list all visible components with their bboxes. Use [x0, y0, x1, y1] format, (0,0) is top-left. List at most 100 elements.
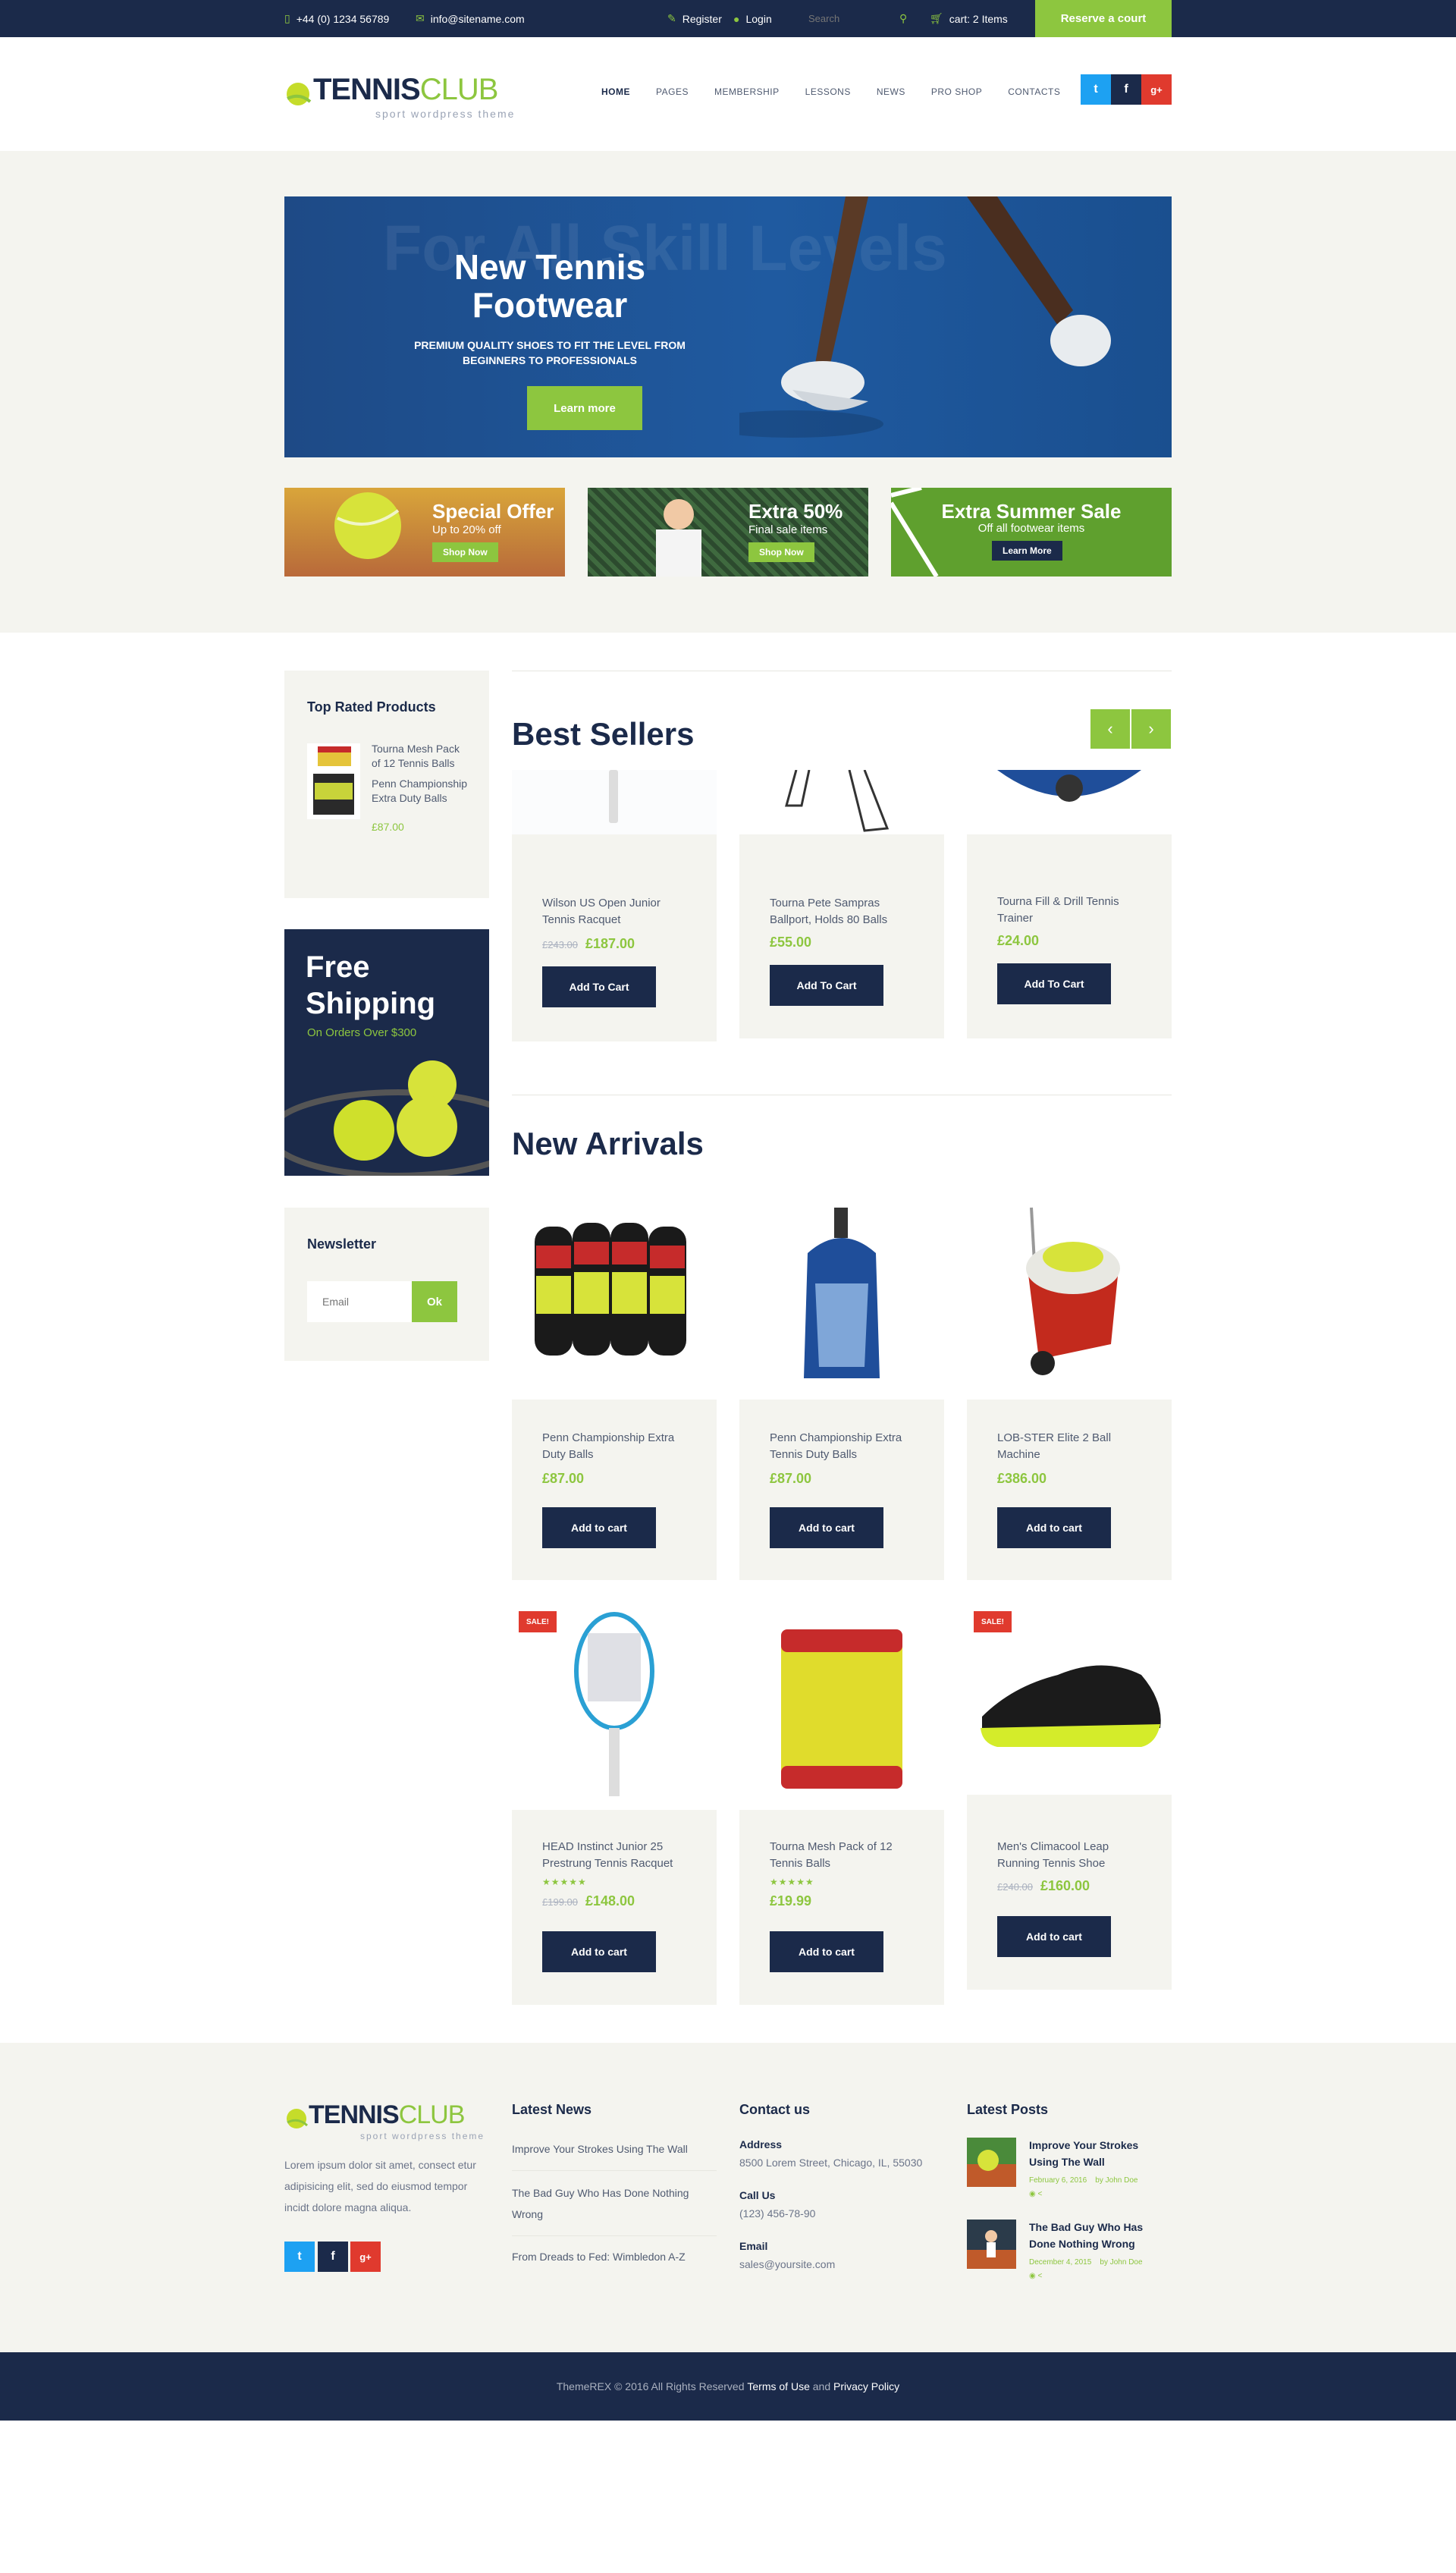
google-plus-icon[interactable]: g+ — [350, 2242, 381, 2272]
search-button[interactable]: ⚲ — [899, 0, 907, 37]
add-to-cart-button[interactable]: Add to cart — [542, 1507, 656, 1548]
hero-banner: For All Skill Levels New Tennis Footwear… — [284, 196, 1172, 457]
product-name[interactable]: Wilson US Open Junior Tennis Racquet — [542, 895, 694, 928]
and-text: and — [812, 2380, 831, 2392]
nav-pro-shop[interactable]: PRO SHOP — [931, 86, 982, 97]
news-link[interactable]: Improve Your Strokes Using The Wall — [512, 2138, 717, 2160]
user-icon: ● — [733, 12, 740, 25]
product-card: Tourna Mesh Pack of 12 Tennis Balls ★★★★… — [739, 1810, 944, 2005]
rating-stars: ★★★★★ — [542, 1877, 587, 1887]
facebook-icon[interactable]: f — [318, 2242, 348, 2272]
login-link[interactable]: ● Login — [733, 0, 772, 37]
product-price: £24.00 — [997, 933, 1040, 948]
twitter-icon[interactable]: t — [284, 2242, 315, 2272]
add-to-cart-button[interactable]: Add to cart — [770, 1507, 883, 1548]
newsletter-ok-button[interactable]: Ok — [412, 1281, 457, 1322]
top-bar: ▯ +44 (0) 1234 56789 ✉ info@sitename.com… — [0, 0, 1456, 37]
current-price: £148.00 — [585, 1893, 635, 1909]
product-name[interactable]: Penn Championship Extra Duty Balls — [542, 1430, 694, 1463]
copyright-text: ThemeREX © 2016 All Rights Reserved — [556, 2380, 745, 2392]
cart-label[interactable]: cart: 2 Items — [949, 13, 1008, 25]
newsletter-email-input[interactable] — [307, 1281, 412, 1322]
google-plus-icon[interactable]: g+ — [1141, 74, 1172, 105]
top-rated-thumbnails — [307, 743, 360, 819]
post-author[interactable]: by John Doe — [1095, 2176, 1138, 2185]
nav-home[interactable]: HOME — [601, 86, 630, 97]
tourna-balls-product-image[interactable] — [739, 1603, 944, 1810]
product-price: £87.00 — [542, 1471, 585, 1486]
product-name[interactable]: Tourna Mesh Pack of 12 Tennis Balls — [770, 1839, 921, 1872]
hero-learn-more-button[interactable]: Learn more — [527, 386, 642, 430]
logo-main: TENNIS — [309, 2100, 400, 2129]
promo-extra-50[interactable]: Extra 50% Final sale items Shop Now — [588, 488, 868, 576]
product-card: Tourna Pete Sampras Ballport, Holds 80 B… — [739, 834, 944, 1038]
cart-link[interactable]: 🛒︎ cart: 2 Items — [930, 0, 1008, 37]
copyright-bar: ThemeREX © 2016 All Rights Reserved Term… — [0, 2352, 1456, 2421]
ball-machine-product-image[interactable] — [967, 1192, 1172, 1400]
pencil-icon: ✎ — [667, 12, 676, 24]
trainer-product-image[interactable] — [967, 770, 1172, 834]
product-card: Penn Championship Extra Duty Balls £87.0… — [512, 1400, 717, 1580]
racquet-product-image[interactable] — [512, 770, 717, 834]
top-rated-item-2[interactable]: Penn Championship Extra Duty Balls — [372, 777, 470, 806]
carousel-prev-button[interactable]: ‹ — [1090, 709, 1130, 749]
add-to-cart-button[interactable]: Add To Cart — [542, 966, 656, 1007]
facebook-icon[interactable]: f — [1111, 74, 1141, 105]
reserve-court-button[interactable]: Reserve a court — [1035, 0, 1172, 37]
head-racquet-product-image[interactable] — [512, 1603, 717, 1810]
nav-news[interactable]: NEWS — [877, 86, 905, 97]
nav-lessons[interactable]: LESSONS — [805, 86, 851, 97]
hero-subtitle-line2: BEGINNERS TO PROFESSIONALS — [463, 354, 637, 366]
register-label[interactable]: Register — [682, 13, 722, 25]
nav-pages[interactable]: PAGES — [656, 86, 689, 97]
post-title[interactable]: The Bad Guy Who Has Done Nothing Wrong — [1029, 2219, 1166, 2252]
top-rated-item-1[interactable]: Tourna Mesh Pack of 12 Tennis Balls — [372, 742, 470, 771]
news-link[interactable]: From Dreads to Fed: Wimbledon A-Z — [512, 2246, 717, 2267]
post-author[interactable]: by John Doe — [1100, 2258, 1142, 2267]
twitter-icon[interactable]: t — [1081, 74, 1111, 105]
product-name[interactable]: HEAD Instinct Junior 25 Prestrung Tennis… — [542, 1839, 694, 1872]
news-link[interactable]: The Bad Guy Who Has Done Nothing Wrong — [512, 2182, 701, 2225]
post-title[interactable]: Improve Your Strokes Using The Wall — [1029, 2137, 1166, 2170]
add-to-cart-button[interactable]: Add to cart — [997, 1916, 1111, 1957]
ballport-product-image[interactable] — [739, 770, 944, 834]
post-date: December 4, 2015 — [1029, 2258, 1092, 2267]
promo-shop-now-button[interactable]: Shop Now — [432, 542, 498, 562]
search-icon[interactable]: ⚲ — [899, 12, 907, 25]
add-to-cart-button[interactable]: Add To Cart — [770, 965, 883, 1006]
add-to-cart-button[interactable]: Add to cart — [997, 1507, 1111, 1548]
promo-shop-now-button[interactable]: Shop Now — [748, 542, 814, 562]
add-to-cart-button[interactable]: Add to cart — [770, 1931, 883, 1972]
promo-learn-more-button[interactable]: Learn More — [992, 541, 1062, 561]
product-name[interactable]: Tourna Pete Sampras Ballport, Holds 80 B… — [770, 895, 921, 928]
product-name[interactable]: Men's Climacool Leap Running Tennis Shoe — [997, 1839, 1149, 1872]
post-thumbnail[interactable] — [967, 2220, 1016, 2269]
promo-special-offer[interactable]: Special Offer Up to 20% off Shop Now — [284, 488, 565, 576]
register-link[interactable]: ✎ Register — [667, 0, 722, 37]
nav-contacts[interactable]: CONTACTS — [1008, 86, 1060, 97]
login-label[interactable]: Login — [745, 13, 771, 25]
post-thumbnail[interactable] — [967, 2138, 1016, 2187]
email-value[interactable]: sales@yoursite.com — [739, 2258, 835, 2270]
add-to-cart-button[interactable]: Add To Cart — [997, 963, 1111, 1004]
post-date: February 6, 2016 — [1029, 2176, 1087, 2185]
product-card: LOB-STER Elite 2 Ball Machine £386.00 Ad… — [967, 1400, 1172, 1580]
product-name[interactable]: Penn Championship Extra Tennis Duty Ball… — [770, 1430, 921, 1463]
add-to-cart-button[interactable]: Add to cart — [542, 1931, 656, 1972]
free-shipping-banner[interactable]: Free Shipping On Orders Over $300 — [284, 929, 489, 1176]
product-name[interactable]: LOB-STER Elite 2 Ball Machine — [997, 1430, 1149, 1463]
promo-summer-sale[interactable]: Extra Summer Sale Off all footwear items… — [891, 488, 1172, 576]
carousel-next-button[interactable]: › — [1131, 709, 1171, 749]
backpack-product-image[interactable] — [739, 1192, 944, 1400]
privacy-link[interactable]: Privacy Policy — [833, 2380, 899, 2392]
email-address[interactable]: info@sitename.com — [431, 13, 525, 25]
terms-link[interactable]: Terms of Use — [747, 2380, 809, 2392]
penn-balls-product-image[interactable] — [512, 1192, 717, 1400]
email-info[interactable]: ✉ info@sitename.com — [416, 0, 525, 37]
nav-membership[interactable]: MEMBERSHIP — [714, 86, 780, 97]
best-sellers-title: Best Sellers — [512, 716, 695, 752]
top-rated-item-2-price: £87.00 — [372, 821, 404, 833]
product-name[interactable]: Tourna Fill & Drill Tennis Trainer — [997, 894, 1149, 927]
phone-value[interactable]: (123) 456-78-90 — [739, 2207, 815, 2220]
product-card: Men's Climacool Leap Running Tennis Shoe… — [967, 1795, 1172, 1990]
